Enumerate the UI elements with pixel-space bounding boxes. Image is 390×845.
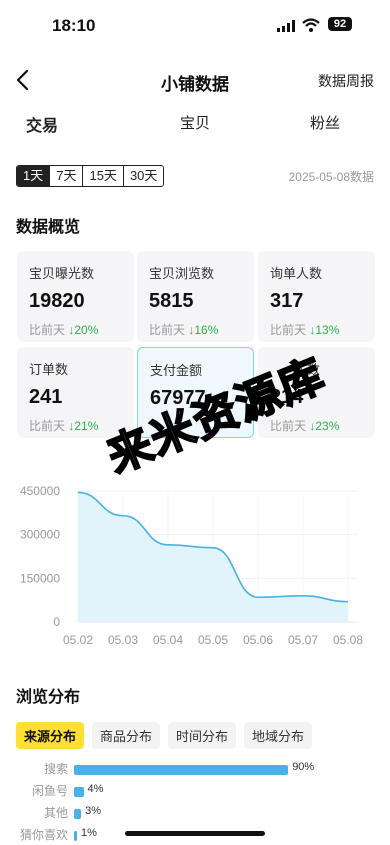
bar-value: 3% xyxy=(85,805,102,817)
tab-items[interactable]: 宝贝 xyxy=(155,112,235,133)
bar-fill xyxy=(74,831,77,841)
x-tick-label: 05.07 xyxy=(288,633,318,647)
card-value: 5815 xyxy=(149,290,194,312)
card-value: 241 xyxy=(29,386,63,408)
wifi-icon xyxy=(302,18,320,32)
tab-trade[interactable]: 交易 xyxy=(2,112,82,136)
x-tick-label: 05.06 xyxy=(243,633,273,647)
card-exposure[interactable]: 宝贝曝光数 19820 比前天 ↓20% xyxy=(17,251,134,342)
bar-label: 搜索 xyxy=(43,762,68,776)
bar-fill xyxy=(74,809,82,819)
dist-tab-region[interactable]: 地域分布 xyxy=(244,722,313,749)
dist-tab-source[interactable]: 来源分布 xyxy=(16,722,85,749)
bar-value: 4% xyxy=(87,783,104,795)
range-15d[interactable]: 15天 xyxy=(83,166,124,186)
status-bar: 18:10 92 xyxy=(0,0,390,50)
data-date: 2025-05-08数据 xyxy=(288,170,374,184)
home-indicator xyxy=(125,831,265,836)
bar-row: 闲鱼号 4% xyxy=(0,780,390,800)
x-tick-label: 05.03 xyxy=(108,633,138,647)
card-compare: 比前天 ↓16% xyxy=(149,323,219,337)
bar-label: 其他 xyxy=(43,806,68,820)
signal-icon xyxy=(277,20,295,32)
range-1d[interactable]: 1天 xyxy=(17,166,51,186)
distribution-title: 浏览分布 xyxy=(16,689,81,706)
card-compare: 比前天 ↓23% xyxy=(270,419,340,433)
battery-icon: 92 xyxy=(328,17,352,31)
bar-fill xyxy=(74,765,289,775)
dist-tab-product[interactable]: 商品分布 xyxy=(92,722,161,749)
card-label: 宝贝曝光数 xyxy=(29,266,95,281)
bar-label: 闲鱼号 xyxy=(31,784,68,798)
weekly-report-link[interactable]: 数据周报 xyxy=(318,71,374,91)
dist-tab-time[interactable]: 时间分布 xyxy=(168,722,237,749)
x-tick-label: 05.04 xyxy=(153,633,183,647)
date-range-selector: 1天 7天 15天 30天 xyxy=(16,165,165,187)
x-tick-label: 05.02 xyxy=(63,633,93,647)
distribution-tabs: 来源分布 商品分布 时间分布 地域分布 xyxy=(16,722,313,749)
bar-row: 搜索 90% xyxy=(0,758,390,778)
range-30d[interactable]: 30天 xyxy=(123,166,164,186)
card-label: 宝贝浏览数 xyxy=(149,266,215,281)
bar-value: 90% xyxy=(292,761,315,773)
overview-title: 数据概览 xyxy=(16,219,81,236)
bar-value: 1% xyxy=(81,827,97,839)
y-tick-label: 150000 xyxy=(20,571,60,585)
nav-bar: 小铺数据 数据周报 xyxy=(0,60,390,100)
tab-fans[interactable]: 粉丝 xyxy=(285,112,365,133)
card-label: 询单人数 xyxy=(270,266,323,281)
bar-fill xyxy=(74,787,84,797)
card-value: 19820 xyxy=(29,290,85,312)
trend-chart: 450000 300000 150000 005.02 05.03 05.04 05.05 0… xyxy=(20,484,363,647)
bar-label: 猜你喜欢 xyxy=(19,828,68,842)
x-tick-label: 05.05 xyxy=(198,633,228,647)
main-tabs: 交易 宝贝 粉丝 xyxy=(0,112,390,146)
y-tick-label: 300000 xyxy=(20,528,60,542)
bar-row: 其他 3% xyxy=(0,802,390,822)
x-tick-label: 05.08 xyxy=(333,633,363,647)
y-tick-label: 0 xyxy=(53,615,60,629)
status-time: 18:10 xyxy=(52,16,96,35)
card-views[interactable]: 宝贝浏览数 5815 比前天 ↓16% xyxy=(137,251,254,342)
card-label: 订单数 xyxy=(29,362,69,377)
card-inquiries[interactable]: 询单人数 317 比前天 ↓13% xyxy=(258,251,375,342)
card-value: 317 xyxy=(270,290,304,312)
y-tick-label: 450000 xyxy=(20,484,60,498)
card-compare: 比前天 ↓20% xyxy=(29,323,99,337)
range-7d[interactable]: 7天 xyxy=(50,166,84,186)
card-compare: 比前天 ↓13% xyxy=(270,323,340,337)
